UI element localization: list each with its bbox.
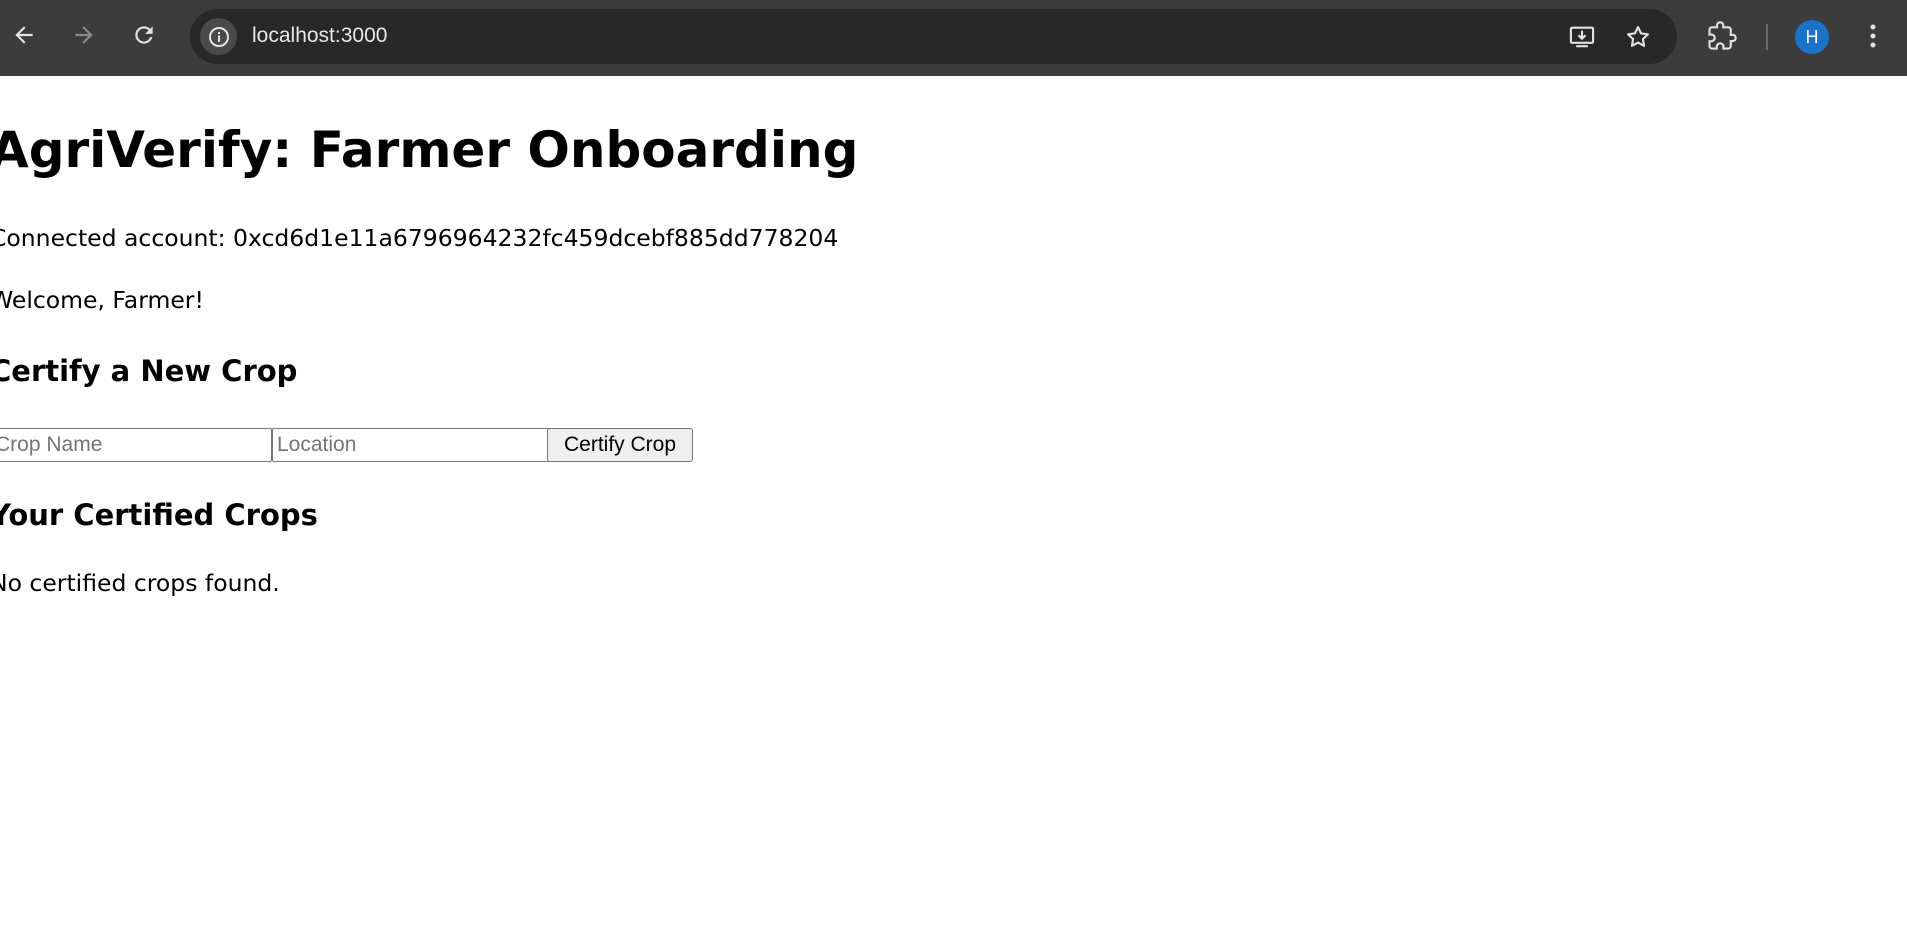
extensions-button[interactable] <box>1704 18 1740 54</box>
bookmark-button[interactable] <box>1622 21 1654 53</box>
certify-crop-button[interactable]: Certify Crop <box>547 428 693 462</box>
back-arrow-icon <box>15 26 33 44</box>
install-app-icon <box>1569 26 1595 48</box>
profile-avatar[interactable]: H <box>1795 20 1829 54</box>
page-title: AgriVerify: Farmer Onboarding <box>0 121 859 179</box>
browser-menu-button[interactable] <box>1855 18 1891 54</box>
reload-icon <box>135 26 153 44</box>
empty-crops-message: No certified crops found. <box>0 569 280 597</box>
info-icon <box>208 26 229 47</box>
certify-crop-heading: Certify a New Crop <box>0 354 298 388</box>
back-button[interactable] <box>6 17 42 53</box>
install-app-button[interactable] <box>1566 21 1598 53</box>
connected-account-text: Connected account: 0xcd6d1e11a6796964232… <box>0 224 839 252</box>
toolbar-separator <box>1766 24 1768 50</box>
page-viewport: AgriVerify: Farmer Onboarding Connected … <box>0 76 1907 933</box>
location-input[interactable] <box>272 428 556 462</box>
puzzle-icon <box>1708 21 1737 50</box>
star-icon <box>1627 26 1649 47</box>
crop-name-input[interactable] <box>0 428 272 462</box>
browser-toolbar: localhost:3000 H <box>0 0 1907 70</box>
reload-button[interactable] <box>126 17 162 53</box>
url-text[interactable]: localhost:3000 <box>252 24 387 48</box>
browser-chrome: localhost:3000 H <box>0 0 1907 76</box>
forward-button[interactable] <box>66 17 102 53</box>
forward-arrow-icon <box>75 26 93 44</box>
kebab-menu-icon <box>1870 24 1876 48</box>
welcome-text: Welcome, Farmer! <box>0 286 204 314</box>
site-info-button[interactable] <box>200 18 237 55</box>
address-bar[interactable]: localhost:3000 <box>190 9 1677 64</box>
certified-crops-heading: Your Certified Crops <box>0 498 318 532</box>
